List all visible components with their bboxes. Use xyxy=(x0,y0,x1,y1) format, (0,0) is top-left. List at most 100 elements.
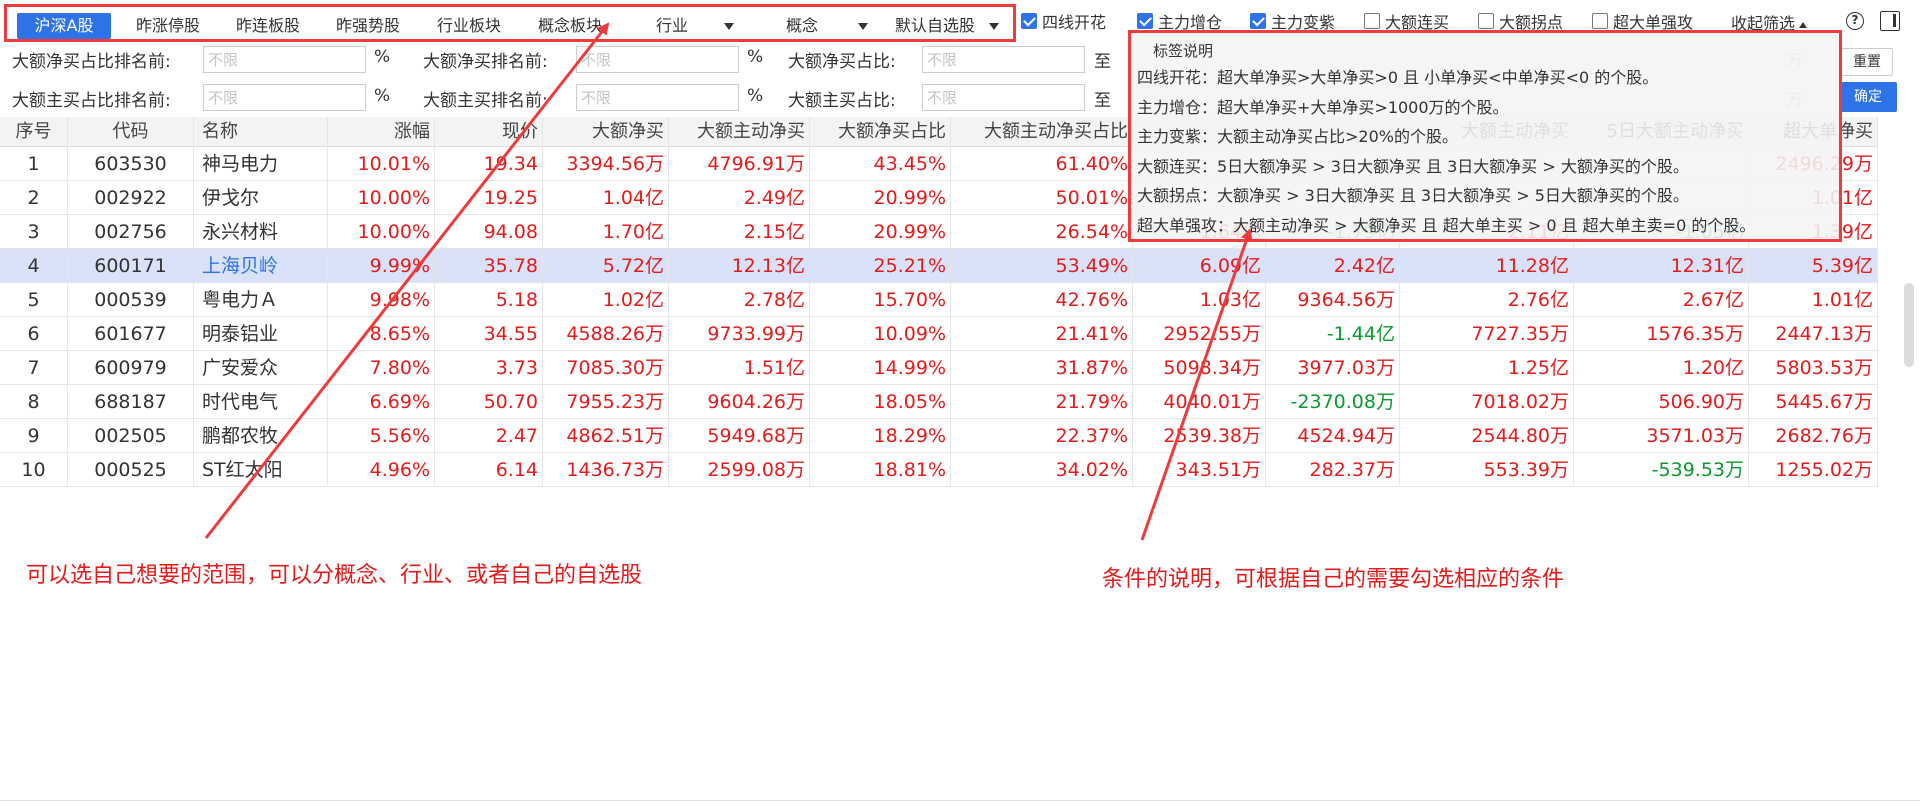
table-cell: 7018.02万 xyxy=(1400,385,1574,418)
checkbox-super-large-attack[interactable]: 超大单强攻 xyxy=(1592,10,1693,32)
watchlist-dropdown[interactable]: 默认自选股 xyxy=(889,13,1005,39)
table-cell: 7.80% xyxy=(328,351,435,384)
chevron-down-icon xyxy=(858,23,868,30)
confirm-button[interactable]: 确定 xyxy=(1839,82,1897,112)
table-cell: 53.49% xyxy=(951,249,1133,282)
row-index: 10 xyxy=(0,453,68,486)
net-buy-rank-input[interactable] xyxy=(576,46,739,73)
row-index: 4 xyxy=(0,249,68,282)
col-header-code[interactable]: 代码 xyxy=(68,117,194,146)
bottom-divider xyxy=(0,800,1920,801)
col-header-change[interactable]: 涨幅 xyxy=(328,117,435,146)
checkbox-large-turning-point[interactable]: 大额拐点 xyxy=(1478,10,1563,32)
table-cell: 2952.55万 xyxy=(1133,317,1266,350)
table-cell: 12.13亿 xyxy=(669,249,810,282)
table-cell: 2.47 xyxy=(435,419,543,452)
unit-percent: % xyxy=(747,86,764,106)
checkbox-main-increase[interactable]: 主力增仓 xyxy=(1137,10,1222,32)
row-index: 9 xyxy=(0,419,68,452)
table-cell: 9604.26万 xyxy=(669,385,810,418)
table-cell: 9733.99万 xyxy=(669,317,810,350)
table-row[interactable]: 7 600979 广安爱众 7.80% 3.73 7085.30万 1.51亿 14.99% 3… xyxy=(0,351,1878,385)
tab-industry-sector[interactable]: 行业板块 xyxy=(428,13,510,39)
table-row[interactable]: 8 688187 时代电气 6.69% 50.70 7955.23万 9604.26万 18.… xyxy=(0,385,1878,419)
reset-button[interactable]: 重置 xyxy=(1841,48,1893,76)
col-header-large-net-buy[interactable]: 大额净买 xyxy=(543,117,669,146)
checkbox-main-purple[interactable]: 主力变紫 xyxy=(1250,10,1335,32)
stock-code: 600979 xyxy=(68,351,194,384)
help-icon[interactable]: ? xyxy=(1846,12,1864,30)
tab-concept-sector[interactable]: 概念板块 xyxy=(529,13,611,39)
main-buy-rank-input[interactable] xyxy=(576,84,739,111)
stock-code: 002922 xyxy=(68,181,194,214)
stock-name: 伊戈尔 xyxy=(194,181,328,214)
tab-hs-a-share[interactable]: 沪深A股 xyxy=(17,13,111,39)
table-row[interactable]: 9 002505 鹏都农牧 5.56% 2.47 4862.51万 5949.68万 18.2… xyxy=(0,419,1878,453)
table-cell: 1436.73万 xyxy=(543,453,669,486)
stock-name: 神马电力 xyxy=(194,147,328,180)
filter-label-net-buy-ratio: 大额净买占比: xyxy=(788,52,896,72)
col-header-index[interactable]: 序号 xyxy=(0,117,68,146)
tab-yesterday-limit-up[interactable]: 昨涨停股 xyxy=(127,13,209,39)
checkbox-large-consecutive-buy[interactable]: 大额连买 xyxy=(1364,10,1449,32)
table-cell: 2.49亿 xyxy=(669,181,810,214)
table-cell: 1.02亿 xyxy=(543,283,669,316)
col-header-large-net-buy-ratio[interactable]: 大额净买占比 xyxy=(810,117,951,146)
table-cell: 1.03亿 xyxy=(1133,283,1266,316)
filter-label-main-buy-rank: 大额主买排名前: xyxy=(423,91,548,111)
range-to-label: 至 xyxy=(1094,91,1111,111)
filter-label-main-buy-ratio: 大额主买占比: xyxy=(788,91,896,111)
table-cell: 9.99% xyxy=(328,249,435,282)
table-cell: 8.65% xyxy=(328,317,435,350)
table-cell: 20.99% xyxy=(810,215,951,248)
table-cell: 3977.03万 xyxy=(1266,351,1400,384)
table-cell: 2599.08万 xyxy=(669,453,810,486)
tooltip-line: 四线开花：超大单净买>大单净买>0 且 小单净买<中单净买<0 的个股。 xyxy=(1137,68,1659,87)
col-header-price[interactable]: 现价 xyxy=(435,117,543,146)
table-row[interactable]: 4 600171 上海贝岭 9.99% 35.78 5.72亿 12.13亿 25.21% 53… xyxy=(0,249,1878,283)
table-cell: 25.21% xyxy=(810,249,951,282)
vertical-scrollbar[interactable] xyxy=(1904,283,1914,367)
main-buy-ratio-min-input[interactable] xyxy=(922,84,1085,111)
table-cell: 11.28亿 xyxy=(1400,249,1574,282)
row-index: 8 xyxy=(0,385,68,418)
table-cell: 18.05% xyxy=(810,385,951,418)
table-cell: 2.76亿 xyxy=(1400,283,1574,316)
row-index: 5 xyxy=(0,283,68,316)
sidebar-toggle-icon[interactable] xyxy=(1880,11,1900,31)
table-row[interactable]: 5 000539 粤电力Ａ 9.98% 5.18 1.02亿 2.78亿 15.70% 42.7… xyxy=(0,283,1878,317)
table-cell: 19.34 xyxy=(435,147,543,180)
tooltip-line: 主力增仓：超大单净买+大单净买>1000万的个股。 xyxy=(1137,97,1509,117)
main-buy-ratio-rank-input[interactable] xyxy=(203,84,366,111)
col-header-large-active-net-buy[interactable]: 大额主动净买 xyxy=(669,117,810,146)
stock-code: 000539 xyxy=(68,283,194,316)
industry-dropdown-label: 行业 xyxy=(655,16,688,35)
net-buy-ratio-min-input[interactable] xyxy=(922,46,1085,73)
table-cell: 6.09亿 xyxy=(1133,249,1266,282)
checkbox-four-line-bloom[interactable]: 四线开花 xyxy=(1021,10,1106,32)
concept-dropdown[interactable]: 概念 xyxy=(779,13,875,39)
row-index: 1 xyxy=(0,147,68,180)
table-cell: 9364.56万 xyxy=(1266,283,1400,316)
tab-yesterday-strong[interactable]: 昨强势股 xyxy=(327,13,409,39)
table-cell: 12.31亿 xyxy=(1574,249,1749,282)
table-row[interactable]: 6 601677 明泰铝业 8.65% 34.55 4588.26万 9733.99万 10.… xyxy=(0,317,1878,351)
table-cell: 2.67亿 xyxy=(1574,283,1749,316)
tab-yesterday-consecutive[interactable]: 昨连板股 xyxy=(227,13,309,39)
table-cell: 7727.35万 xyxy=(1400,317,1574,350)
col-header-name[interactable]: 名称 xyxy=(194,117,328,146)
table-cell: 15.70% xyxy=(810,283,951,316)
table-cell: 2.42亿 xyxy=(1266,249,1400,282)
filter-label-net-buy-ratio-rank: 大额净买占比排名前: xyxy=(12,52,171,72)
stock-name: 明泰铝业 xyxy=(194,317,328,350)
tooltip-line: 大额连买：5日大额净买 > 3日大额净买 且 3日大额净买 > 大额净买的个股。 xyxy=(1137,156,1689,176)
col-header-large-active-net-buy-ratio[interactable]: 大额主动净买占比 xyxy=(951,117,1133,146)
table-cell: 5.18 xyxy=(435,283,543,316)
table-cell: 42.76% xyxy=(951,283,1133,316)
net-buy-ratio-rank-input[interactable] xyxy=(203,46,366,73)
table-cell: 31.87% xyxy=(951,351,1133,384)
table-row[interactable]: 10 000525 ST红太阳 4.96% 6.14 1436.73万 2599.08万 18… xyxy=(0,453,1878,487)
table-cell: 26.54% xyxy=(951,215,1133,248)
industry-dropdown[interactable]: 行业 xyxy=(645,13,745,39)
table-cell: 34.55 xyxy=(435,317,543,350)
